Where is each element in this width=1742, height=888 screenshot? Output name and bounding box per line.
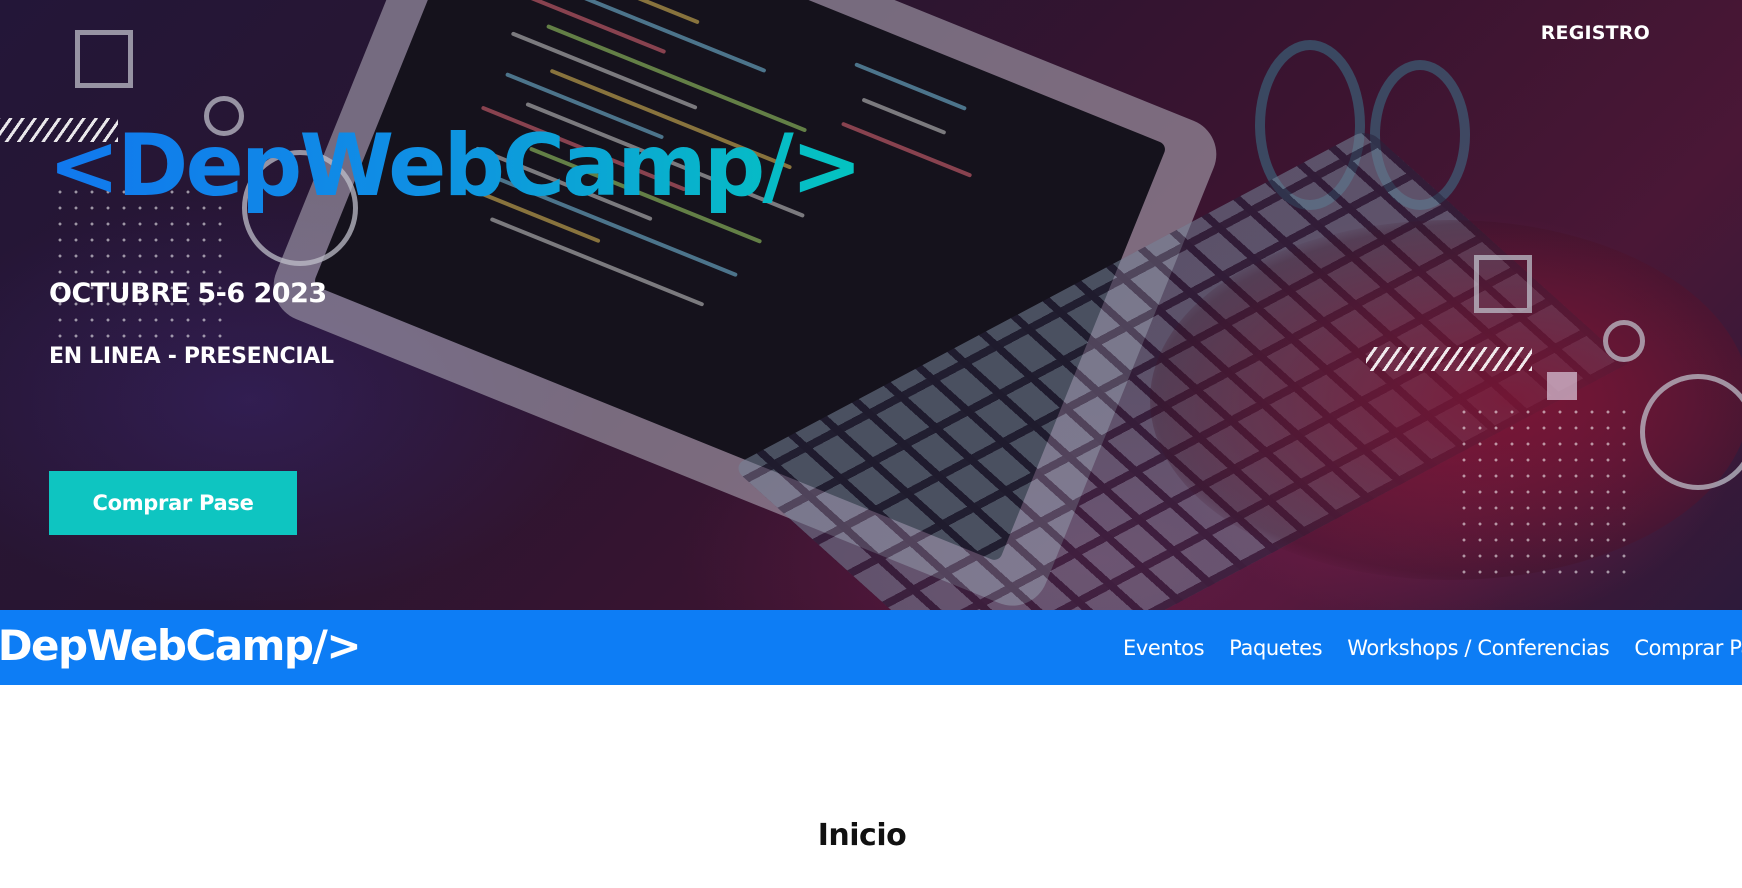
nav-links: Eventos Paquetes Workshops / Conferencia… bbox=[1123, 610, 1742, 685]
nav-link-eventos[interactable]: Eventos bbox=[1123, 636, 1205, 660]
navbar-brand-logo[interactable]: <DepWebCamp/> bbox=[0, 618, 362, 674]
event-mode: EN LINEA - PRESENCIAL bbox=[49, 344, 334, 369]
nav-link-paquetes[interactable]: Paquetes bbox=[1229, 636, 1322, 660]
main-navbar: <DepWebCamp/> Eventos Paquetes Workshops… bbox=[0, 610, 1742, 685]
registro-link[interactable]: REGISTRO bbox=[1541, 22, 1650, 44]
hero-brand-title: <DepWebCamp/> bbox=[48, 116, 863, 216]
buy-pass-button[interactable]: Comprar Pase bbox=[49, 471, 297, 535]
decor-square-icon bbox=[75, 30, 133, 88]
decor-square-icon bbox=[1474, 255, 1532, 313]
section-title: Inicio bbox=[817, 818, 907, 853]
decor-circle-icon bbox=[1603, 320, 1645, 362]
nav-link-comprar-pase[interactable]: Comprar Pase bbox=[1634, 636, 1742, 660]
hero-banner: REGISTRO <DepWebCamp/> OCTUBRE 5-6 2023 … bbox=[0, 0, 1742, 610]
decor-dots-icon bbox=[1456, 404, 1628, 574]
decor-stripes-icon bbox=[1366, 347, 1532, 371]
event-date: OCTUBRE 5-6 2023 bbox=[49, 278, 327, 309]
decor-filled-square-icon bbox=[1547, 372, 1577, 400]
nav-link-workshops[interactable]: Workshops / Conferencias bbox=[1347, 636, 1610, 660]
